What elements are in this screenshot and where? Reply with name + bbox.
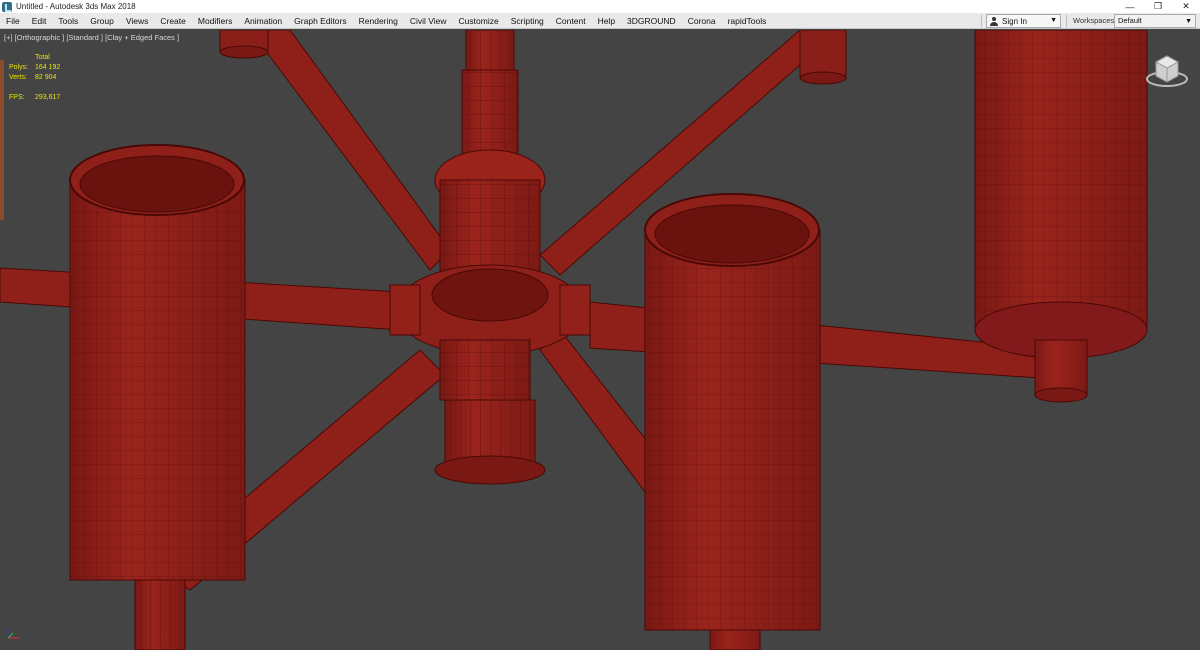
menu-file[interactable]: File — [0, 13, 26, 29]
window-title: Untitled - Autodesk 3ds Max 2018 — [16, 2, 136, 11]
menu-modifiers[interactable]: Modifiers — [192, 13, 238, 29]
menu-rendering[interactable]: Rendering — [353, 13, 404, 29]
chevron-down-icon: ▼ — [1050, 17, 1057, 24]
axis-tripod-icon — [7, 628, 20, 639]
close-button[interactable]: ✕ — [1172, 0, 1200, 13]
stats-polys-row: Polys: 164 192 — [9, 63, 60, 73]
menu-bar: File Edit Tools Group Views Create Modif… — [0, 13, 1200, 29]
fps-value: 293,617 — [35, 94, 61, 101]
verts-value: 82 904 — [35, 74, 57, 81]
polys-value: 164 192 — [35, 64, 61, 71]
menu-group[interactable]: Group — [84, 13, 120, 29]
verts-label: Verts: — [9, 74, 27, 81]
workspaces-dropdown[interactable]: Default ▼ — [1114, 14, 1196, 28]
menu-graph-editors[interactable]: Graph Editors — [288, 13, 352, 29]
top-right-cylinder-base — [799, 30, 847, 85]
workspace-value: Default — [1118, 16, 1142, 25]
menu-civil-view[interactable]: Civil View — [404, 13, 453, 29]
menu-create[interactable]: Create — [154, 13, 192, 29]
window-controls: — ❐ ✕ — [1116, 0, 1200, 13]
app-icon — [2, 1, 12, 12]
stats-verts-row: Verts: 82 904 — [9, 73, 60, 83]
sign-in-label: Sign In — [1002, 16, 1027, 26]
menu-content[interactable]: Content — [550, 13, 592, 29]
viewport-label[interactable]: [+] [Orthographic ] [Standard ] [Clay + … — [4, 33, 179, 42]
menu-3dground[interactable]: 3DGROUND — [621, 13, 682, 29]
menu-tools[interactable]: Tools — [52, 13, 84, 29]
menu-scripting[interactable]: Scripting — [505, 13, 550, 29]
scene-render — [0, 30, 1148, 650]
menu-corona[interactable]: Corona — [682, 13, 722, 29]
top-left-cylinder-base — [219, 30, 269, 59]
menu-separator — [1066, 15, 1067, 27]
menu-separator — [981, 15, 982, 27]
left-candle-cylinder — [69, 144, 246, 650]
user-icon — [990, 16, 998, 26]
menu-rapidtools[interactable]: rapidTools — [722, 13, 773, 29]
menu-animation[interactable]: Animation — [238, 13, 288, 29]
maximize-button[interactable]: ❐ — [1144, 0, 1172, 13]
viewport[interactable]: [+] [Orthographic ] [Standard ] [Clay + … — [0, 30, 1200, 650]
stats-total-label: Total — [35, 54, 50, 61]
viewcube-icon[interactable] — [1142, 50, 1192, 90]
polys-label: Polys: — [9, 64, 29, 71]
menu-help[interactable]: Help — [592, 13, 621, 29]
workspaces-label: Workspaces: — [1073, 16, 1117, 25]
menu-views[interactable]: Views — [120, 13, 155, 29]
menu-edit[interactable]: Edit — [26, 13, 53, 29]
right-candle-cylinder — [644, 193, 821, 650]
far-right-candle-cylinder — [974, 30, 1148, 403]
title-bar: Untitled - Autodesk 3ds Max 2018 — ❐ ✕ — [0, 0, 1200, 13]
statistics-overlay: Total Polys: 164 192 Verts: 82 904 FPS: … — [9, 53, 60, 103]
sign-in-dropdown[interactable]: Sign In ▼ — [986, 14, 1061, 28]
menu-customize[interactable]: Customize — [453, 13, 505, 29]
stats-fps-row: FPS: 293,617 — [9, 93, 60, 103]
chevron-down-icon: ▼ — [1185, 18, 1192, 25]
fps-label: FPS: — [9, 94, 25, 101]
left-edge-object — [0, 60, 4, 220]
minimize-button[interactable]: — — [1116, 0, 1144, 13]
menu-items: File Edit Tools Group Views Create Modif… — [0, 13, 772, 29]
